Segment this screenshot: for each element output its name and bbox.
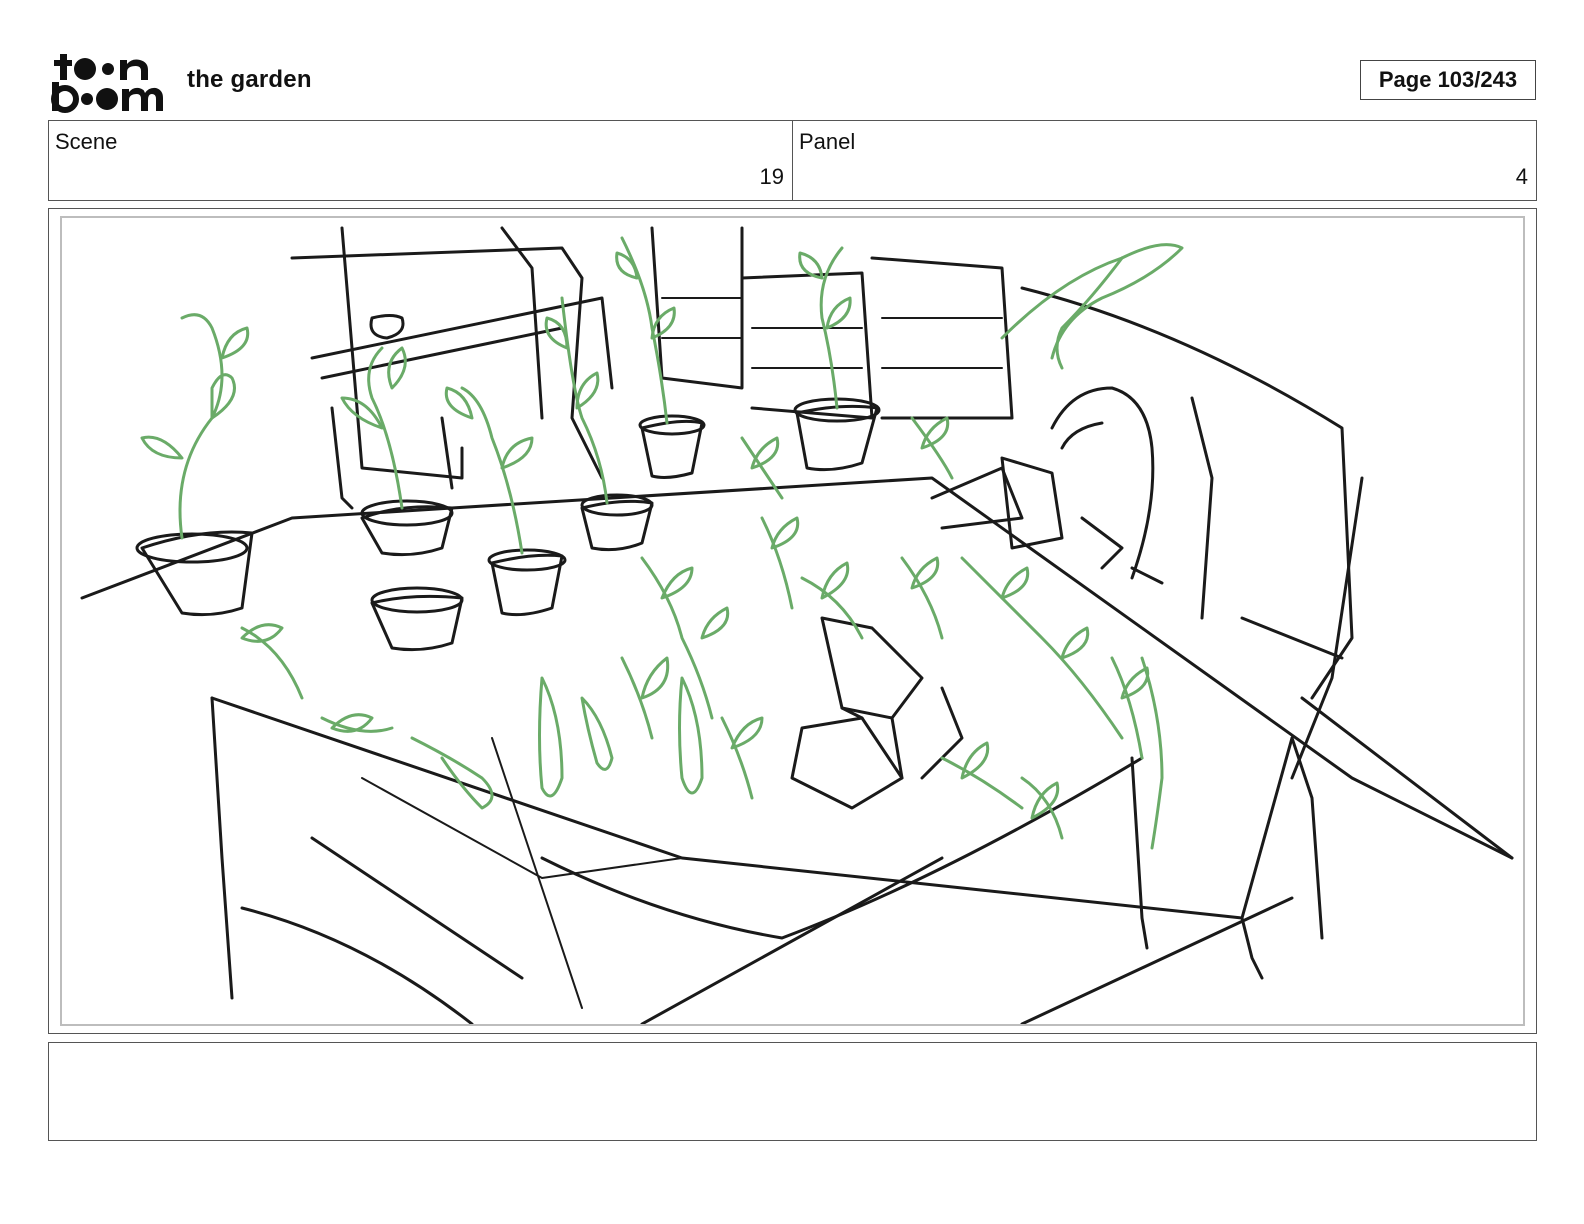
- panel-label: Panel: [799, 129, 856, 154]
- panel-cell: Panel 4: [792, 121, 1536, 200]
- storyboard-panel-frame: [48, 208, 1537, 1034]
- scene-label: Scene: [55, 129, 118, 154]
- garden-sketch: [80, 226, 1514, 1024]
- page-indicator: Page 103/243: [1360, 60, 1536, 100]
- toon-boom-logo: [50, 50, 166, 114]
- scene-number: 19: [759, 164, 784, 189]
- scene-panel-info-row: Scene 19 Panel 4: [48, 120, 1537, 201]
- storyboard-drawing-area: [60, 216, 1525, 1026]
- flower-pots: [135, 397, 881, 652]
- project-title: the garden: [187, 66, 312, 93]
- panel-number: 4: [1515, 164, 1528, 189]
- panel-notes-box[interactable]: [48, 1042, 1537, 1141]
- plant-vines: [140, 236, 1184, 850]
- table-back-edge: [80, 476, 1514, 860]
- box-on-table: [790, 616, 964, 810]
- scene-cell: Scene 19: [49, 121, 792, 200]
- table-left-leg: [210, 696, 234, 1000]
